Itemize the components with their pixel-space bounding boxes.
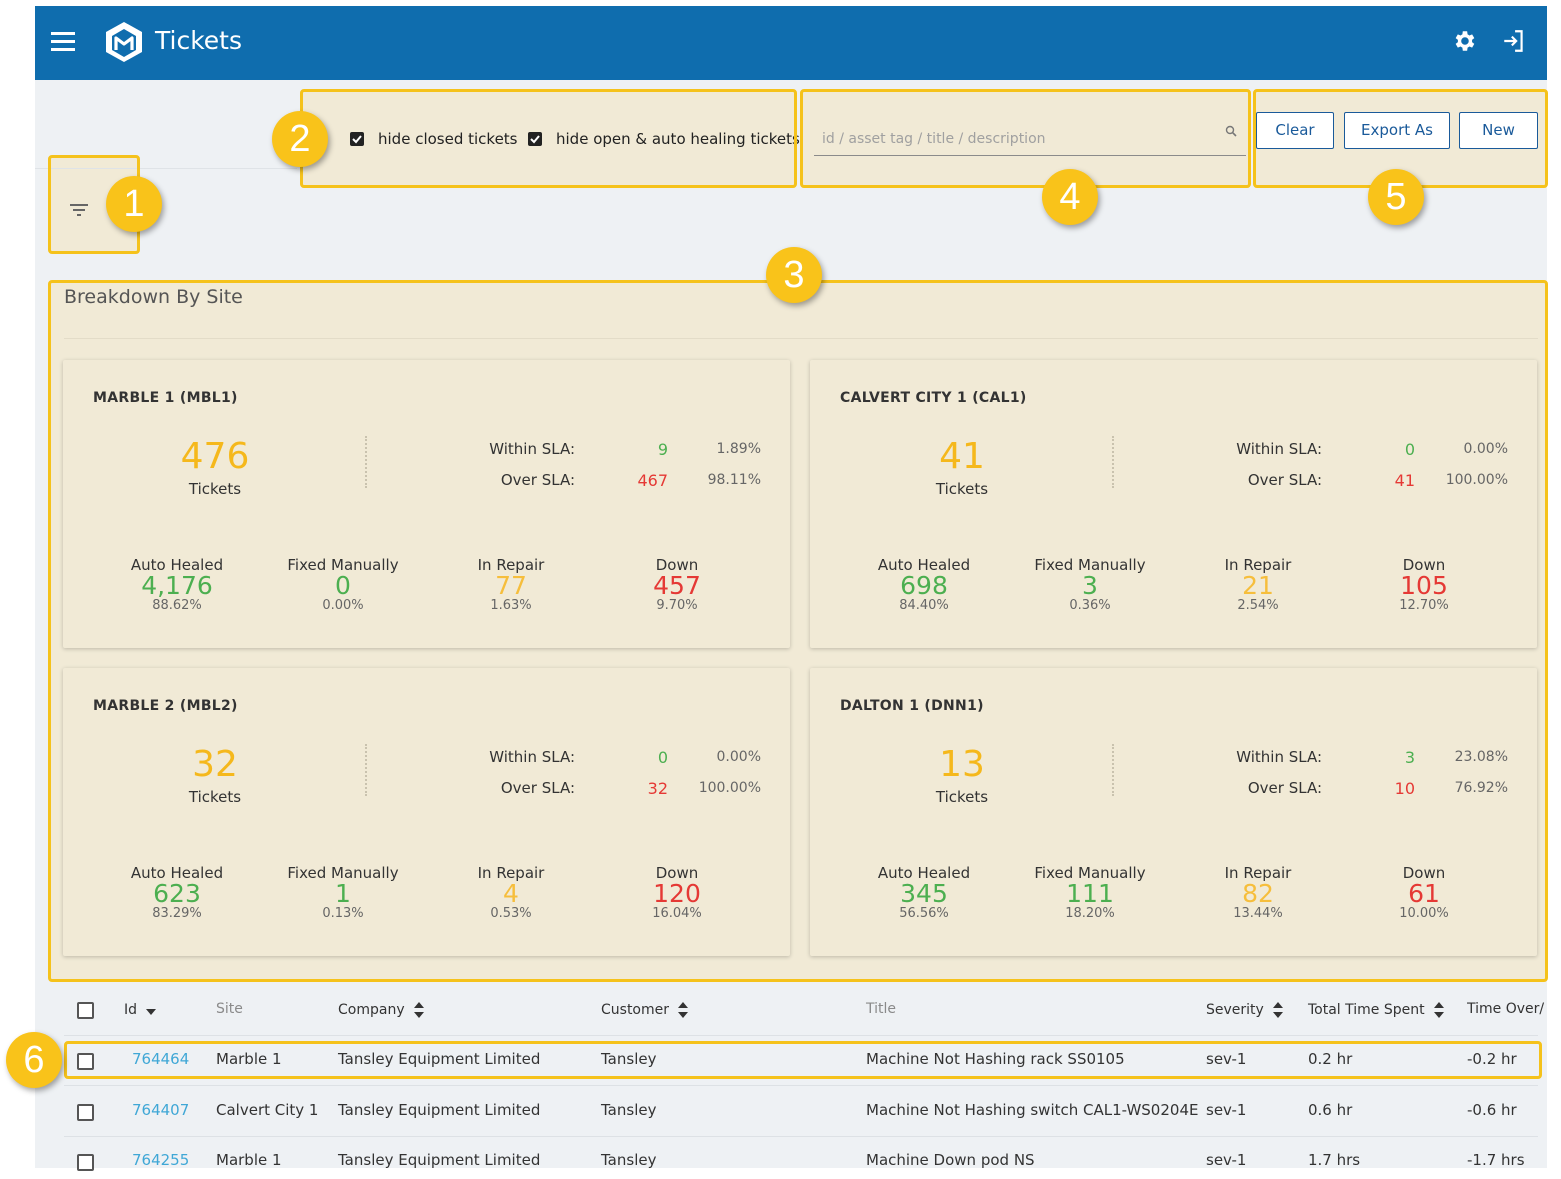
cell-time-over: -0.6 hr bbox=[1467, 1101, 1517, 1119]
column-header-total-time-label: Total Time Spent bbox=[1308, 1002, 1425, 1018]
row-checkbox[interactable] bbox=[77, 1104, 94, 1121]
hexagon-logo-icon bbox=[106, 22, 142, 62]
top-app-bar: Tickets bbox=[35, 6, 1547, 80]
cell-title: Machine Not Hashing switch CAL1-WS0204E bbox=[866, 1101, 1199, 1119]
callout-badge-4: 4 bbox=[1042, 169, 1098, 225]
sort-icon[interactable] bbox=[1272, 1001, 1284, 1019]
column-header-customer[interactable]: Customer bbox=[601, 1001, 689, 1019]
callout-box-3 bbox=[48, 280, 1548, 982]
sort-desc-icon[interactable] bbox=[145, 1001, 157, 1019]
sort-icon[interactable] bbox=[677, 1001, 689, 1019]
cell-site: Marble 1 bbox=[216, 1151, 282, 1169]
header-divider bbox=[64, 1035, 1538, 1036]
column-header-time-over[interactable]: Time Over/ bbox=[1467, 1001, 1547, 1017]
select-all-checkbox[interactable] bbox=[77, 1002, 94, 1019]
cell-severity: sev-1 bbox=[1206, 1101, 1247, 1119]
callout-badge-1: 1 bbox=[106, 176, 162, 232]
app-title: Tickets bbox=[155, 26, 242, 55]
cell-customer: Tansley bbox=[601, 1151, 657, 1169]
cell-time-spent: 1.7 hrs bbox=[1308, 1151, 1361, 1169]
cell-time-over: -1.7 hrs bbox=[1467, 1151, 1525, 1169]
column-header-severity[interactable]: Severity bbox=[1206, 1001, 1284, 1019]
callout-badge-6: 6 bbox=[6, 1032, 62, 1088]
cell-customer: Tansley bbox=[601, 1101, 657, 1119]
cell-severity: sev-1 bbox=[1206, 1151, 1247, 1169]
column-header-id[interactable]: Id bbox=[124, 1001, 157, 1019]
row-divider bbox=[64, 1136, 1538, 1137]
cell-title: Machine Down pod NS bbox=[866, 1151, 1035, 1169]
cell-time-spent: 0.6 hr bbox=[1308, 1101, 1353, 1119]
column-header-company[interactable]: Company bbox=[338, 1001, 425, 1019]
ticket-id-link[interactable]: 764255 bbox=[132, 1151, 189, 1169]
row-divider bbox=[64, 1085, 1538, 1086]
gear-icon[interactable] bbox=[1451, 28, 1477, 54]
hamburger-menu-icon[interactable] bbox=[51, 32, 75, 52]
column-header-id-label: Id bbox=[124, 1002, 138, 1018]
column-header-site[interactable]: Site bbox=[216, 1001, 243, 1017]
column-header-customer-label: Customer bbox=[601, 1002, 670, 1018]
cell-company: Tansley Equipment Limited bbox=[338, 1151, 541, 1169]
ticket-id-link[interactable]: 764407 bbox=[132, 1101, 189, 1119]
logout-icon[interactable] bbox=[1501, 28, 1527, 54]
callout-box-6 bbox=[64, 1041, 1542, 1079]
row-checkbox[interactable] bbox=[77, 1154, 94, 1171]
column-header-title[interactable]: Title bbox=[866, 1001, 896, 1017]
column-header-company-label: Company bbox=[338, 1002, 405, 1018]
sort-icon[interactable] bbox=[1433, 1001, 1445, 1019]
column-header-severity-label: Severity bbox=[1206, 1002, 1264, 1018]
callout-badge-5: 5 bbox=[1368, 169, 1424, 225]
callout-box-2 bbox=[300, 89, 797, 188]
callout-badge-3: 3 bbox=[766, 247, 822, 303]
cell-site: Calvert City 1 bbox=[216, 1101, 319, 1119]
callout-badge-2: 2 bbox=[272, 111, 328, 167]
column-header-total-time[interactable]: Total Time Spent bbox=[1308, 1001, 1445, 1019]
sort-icon[interactable] bbox=[413, 1001, 425, 1019]
callout-box-4 bbox=[800, 89, 1251, 188]
cell-company: Tansley Equipment Limited bbox=[338, 1101, 541, 1119]
